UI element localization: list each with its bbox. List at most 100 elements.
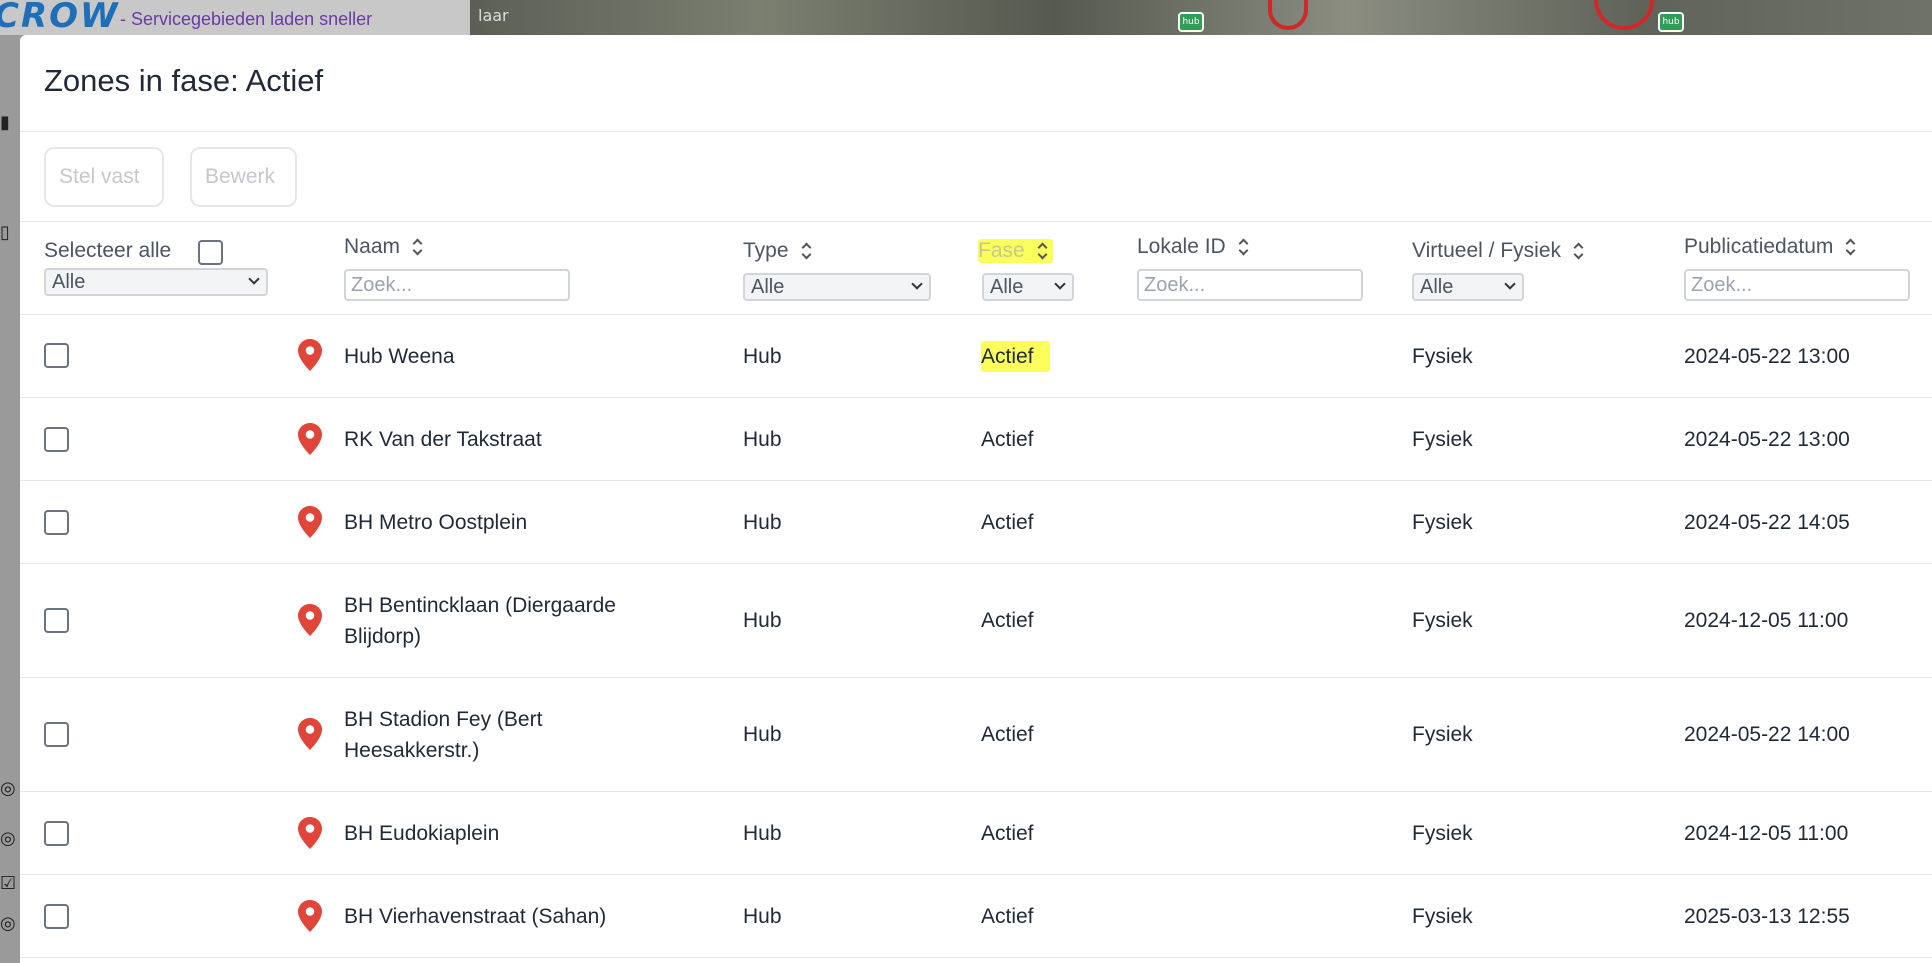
table-row[interactable]: RK Van der Takstraat Hub Actief Fysiek 2… [20,398,1932,481]
cell-virtueel: Fysiek [1412,905,1473,928]
cell-fase: Actief [981,609,1034,632]
cell-naam: BH Eudokiaplein [344,822,500,845]
edit-button[interactable]: Bewerk [190,147,297,207]
map-pin-icon[interactable] [298,817,322,849]
cell-naam: BH Stadion Fey (Bert Heesakkerstr.) [344,708,543,762]
cell-virtueel: Fysiek [1412,822,1473,845]
modal-title: Zones in fase: Actief [44,63,324,98]
map-pin-icon[interactable] [298,339,322,371]
row-checkbox[interactable] [44,343,69,368]
lokale-id-search-input[interactable] [1137,269,1363,301]
row-checkbox[interactable] [44,821,69,846]
cell-fase: Actief [981,723,1034,746]
sort-icon[interactable] [1238,239,1248,255]
eye-off-icon[interactable]: ◎ [0,913,20,934]
cell-type: Hub [743,905,782,928]
cell-publicatiedatum: 2024-05-22 13:00 [1684,345,1850,368]
news-line[interactable]: - Servicegebieden laden sneller [120,9,372,30]
table-row[interactable]: BH Eudokiaplein Hub Actief Fysiek 2024-1… [20,792,1932,875]
cell-type: Hub [743,723,782,746]
sort-icon[interactable] [1573,243,1583,259]
select-all-checkbox[interactable] [198,240,223,265]
cell-virtueel: Fysiek [1412,723,1473,746]
cell-virtueel: Fysiek [1412,428,1473,451]
type-filter[interactable]: Alle [743,273,931,301]
chart-icon[interactable]: ▮ [0,112,20,133]
cell-fase: Actief [981,905,1034,928]
header-virtueel-label: Virtueel / Fysiek [1412,239,1561,262]
cell-fase: Actief [981,822,1034,845]
map-pin-icon[interactable] [298,900,322,932]
sort-icon[interactable] [1845,239,1855,255]
header-naam-label: Naam [344,235,401,258]
cell-publicatiedatum: 2024-05-22 14:00 [1684,723,1850,746]
row-checkbox[interactable] [44,510,69,535]
cell-type: Hub [743,345,782,368]
cell-publicatiedatum: 2024-12-05 11:00 [1684,822,1849,845]
header-naam[interactable]: Naam [344,235,422,259]
table-row[interactable]: BH Bentincklaan (Diergaarde Blijdorp) Hu… [20,564,1932,678]
cell-naam: BH Metro Oostplein [344,511,528,534]
eye-off-icon[interactable]: ◎ [0,828,20,849]
header-type[interactable]: Type [743,239,811,263]
table-row[interactable]: BH Metro Oostplein Hub Actief Fysiek 202… [20,481,1932,564]
modal-header: Zones in fase: Actief [20,35,1932,132]
header-publicatiedatum-label: Publicatiedatum [1684,235,1834,258]
cell-type: Hub [743,822,782,845]
table-row[interactable]: BH Vierhavenstraat (Sahan) Hub Actief Fy… [20,875,1932,958]
map-label: laar [478,6,509,25]
map-pin-icon[interactable] [298,604,322,636]
cell-publicatiedatum: 2024-05-22 14:05 [1684,511,1850,534]
header-type-label: Type [743,239,789,262]
map-pin-icon[interactable] [298,718,322,750]
eye-off-icon[interactable]: ◎ [0,778,20,799]
cell-naam: BH Vierhavenstraat (Sahan) [344,905,607,928]
fase-filter[interactable]: Alle [982,273,1074,301]
sort-icon[interactable] [801,243,811,259]
cell-virtueel: Fysiek [1412,511,1473,534]
row-checkbox[interactable] [44,904,69,929]
header-virtueel-fysiek[interactable]: Virtueel / Fysiek [1412,239,1583,263]
map-pin-icon[interactable] [298,506,322,538]
map-pin-icon[interactable] [298,423,322,455]
cell-type: Hub [743,511,782,534]
cell-publicatiedatum: 2024-05-22 13:00 [1684,428,1850,451]
cell-fase: Actief [981,511,1034,534]
chevron-down-icon [911,278,923,290]
modal-toolbar: Stel vast Bewerk [20,132,1932,222]
cell-fase: Actief [981,341,1050,372]
cell-naam: Hub Weena [344,345,455,368]
type-filter-value: Alle [751,275,785,298]
row-checkbox[interactable] [44,608,69,633]
row-checkbox[interactable] [44,722,69,747]
select-all-filter[interactable]: Alle [44,268,268,296]
chevron-down-icon [248,273,260,285]
sort-icon[interactable] [1037,243,1047,259]
virtueel-filter[interactable]: Alle [1412,273,1524,301]
virtueel-filter-value: Alle [1420,275,1454,298]
cell-virtueel: Fysiek [1412,609,1473,632]
table-row[interactable]: Hub Weena Hub Actief Fysiek 2024-05-22 1… [20,315,1932,398]
cell-virtueel: Fysiek [1412,345,1473,368]
cell-naam: BH Bentincklaan (Diergaarde Blijdorp) [344,594,616,648]
table-header: Selecteer alle Alle Naam Type Alle Fase … [20,223,1932,315]
header-lokale-id[interactable]: Lokale ID [1137,235,1248,259]
row-checkbox[interactable] [44,427,69,452]
zones-modal: Zones in fase: Actief Stel vast Bewerk S… [20,35,1932,963]
chevron-down-icon [1054,278,1066,290]
document-icon[interactable]: ▯ [0,222,20,243]
table-row[interactable]: BH Stadion Fey (Bert Heesakkerstr.) Hub … [20,678,1932,792]
cell-fase: Actief [981,428,1034,451]
header-fase[interactable]: Fase [978,239,1053,263]
cell-publicatiedatum: 2025-03-13 12:55 [1684,905,1850,928]
map-hub-marker[interactable]: hub [1178,12,1204,32]
header-fase-label: Fase [978,239,1025,262]
map-hub-marker[interactable]: hub [1658,12,1684,32]
cell-naam: RK Van der Takstraat [344,428,542,451]
publicatiedatum-search-input[interactable] [1684,269,1910,301]
confirm-button[interactable]: Stel vast [44,147,164,207]
checkbox-checked-icon[interactable]: ☑ [0,873,20,894]
sort-icon[interactable] [412,239,422,255]
header-publicatiedatum[interactable]: Publicatiedatum [1684,235,1855,259]
naam-search-input[interactable] [344,269,570,301]
